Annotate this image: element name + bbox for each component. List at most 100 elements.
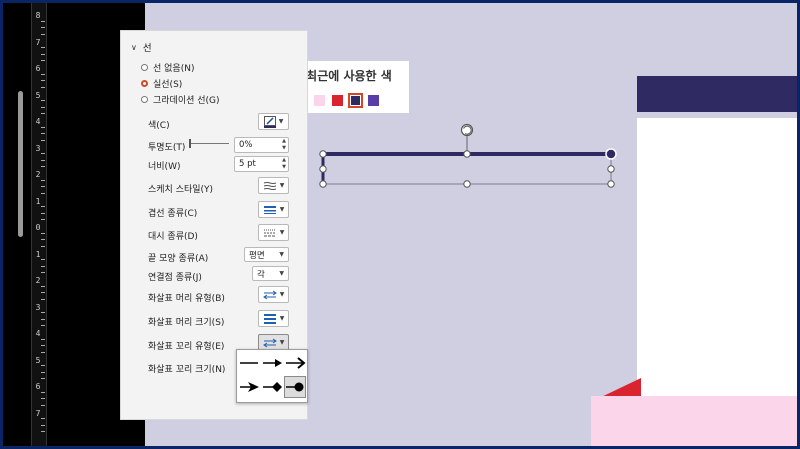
radio-gradient-line[interactable]: 그라데이션 선(G) xyxy=(141,93,220,106)
ruler-number: 7 xyxy=(35,408,41,418)
ruler-tick xyxy=(41,245,45,247)
ruler-tick xyxy=(41,345,45,346)
ruler-tick xyxy=(41,391,45,393)
label-end-arrow-type: 화살표 꼬리 유형(E) xyxy=(148,342,225,352)
arrow-style-open[interactable] xyxy=(284,352,306,374)
line-section-header[interactable]: ∨ 선 xyxy=(131,40,152,55)
ruler-number: 6 xyxy=(35,382,41,391)
ruler-tick xyxy=(41,20,45,22)
ruler-tick xyxy=(41,166,45,167)
slide-canvas: 8765432101234567 최근에 사용한 색 ∨ 선 선 없음(N) 실… xyxy=(3,3,797,446)
label-width: 너비(W) xyxy=(148,162,181,172)
sketch-lines-icon xyxy=(263,181,276,190)
arrow-stealth-icon xyxy=(240,382,259,392)
chevron-down-icon: ▼ xyxy=(279,229,285,236)
arrow-style-gallery xyxy=(236,349,308,403)
dash-lines-icon xyxy=(263,229,276,236)
ruler-tick xyxy=(41,318,45,320)
ruler-tick xyxy=(41,365,45,366)
radio-button xyxy=(141,96,148,103)
chevron-down-icon: ▼ xyxy=(279,270,284,277)
ruler-tick xyxy=(41,212,45,214)
ruler-tick xyxy=(41,192,45,194)
chevron-down-icon: ▼ xyxy=(279,182,285,189)
ruler-tick xyxy=(41,404,45,406)
cap-type-dropdown[interactable]: 평면 ▼ xyxy=(244,247,289,262)
join-type-dropdown[interactable]: 각 ▼ xyxy=(252,266,289,281)
ruler-tick xyxy=(41,285,45,287)
ruler-number: 1 xyxy=(35,249,41,259)
color-swatch[interactable] xyxy=(332,95,343,106)
chevron-down-icon: ▼ xyxy=(279,206,285,213)
ruler-tick xyxy=(41,431,45,432)
spinner-arrows-icon[interactable]: ▲ ▼ xyxy=(282,138,286,152)
arrow-diamond-icon xyxy=(263,382,282,392)
ruler-tick xyxy=(41,106,45,108)
label-join-type: 연결점 종류(J) xyxy=(148,273,202,283)
label-compound-type: 겹선 종류(C) xyxy=(148,209,198,219)
ruler-number: 6 xyxy=(35,64,41,73)
ruler-tick xyxy=(41,219,45,220)
begin-arrow-size-dropdown[interactable]: ▼ xyxy=(258,310,289,327)
ruler-tick xyxy=(41,113,45,114)
compound-lines-icon xyxy=(263,205,276,214)
selected-line-shape[interactable] xyxy=(315,121,625,193)
line-color-button[interactable]: ▼ xyxy=(258,113,289,130)
ruler-tick xyxy=(41,179,45,181)
ruler-tick xyxy=(41,153,45,154)
ruler-tick xyxy=(41,232,45,234)
color-swatch-selected[interactable] xyxy=(348,93,363,108)
ruler-tick xyxy=(41,33,45,35)
ruler-tick xyxy=(41,73,45,75)
spinner-arrows-icon[interactable]: ▲ ▼ xyxy=(282,157,286,171)
ruler-tick xyxy=(41,206,45,207)
ruler-number: 1 xyxy=(35,196,41,206)
ruler-tick xyxy=(41,186,45,187)
transparency-slider-track[interactable] xyxy=(191,143,229,144)
ruler-number: 2 xyxy=(35,170,41,179)
arrow-style-diamond[interactable] xyxy=(261,376,283,398)
ruler-tick xyxy=(41,351,45,353)
dash-type-dropdown[interactable]: ▼ xyxy=(258,224,289,241)
label-sketch-style: 스케치 스타일(Y) xyxy=(148,185,214,195)
arrow-style-none[interactable] xyxy=(238,352,260,374)
ruler-tick xyxy=(41,312,45,313)
radio-solid-line[interactable]: 실선(S) xyxy=(141,77,182,90)
arrows-icon xyxy=(262,338,277,347)
compound-type-dropdown[interactable]: ▼ xyxy=(258,201,289,218)
color-swatch[interactable] xyxy=(368,95,379,106)
pen-color-icon xyxy=(263,115,276,128)
chevron-down-icon: ▼ xyxy=(279,291,285,298)
label-end-arrow-size: 화살표 꼬리 크기(N) xyxy=(148,365,226,375)
transparency-slider-handle[interactable] xyxy=(189,139,191,148)
ruler-number: 3 xyxy=(35,302,41,312)
label-cap-type: 끝 모양 종류(A) xyxy=(148,254,209,264)
ruler-tick xyxy=(41,159,45,161)
label-begin-arrow-size: 화살표 머리 크기(S) xyxy=(148,318,225,328)
label-color: 색(C) xyxy=(148,121,170,131)
ruler-tick xyxy=(41,80,45,81)
ruler-number: 7 xyxy=(35,37,41,47)
ruler-tick xyxy=(41,126,45,128)
sketch-style-dropdown[interactable]: ▼ xyxy=(258,177,289,194)
ruler-tick xyxy=(41,139,45,141)
color-swatch[interactable] xyxy=(314,95,325,106)
ruler-number: 5 xyxy=(35,90,41,100)
radio-button xyxy=(141,64,148,71)
ruler-tick xyxy=(41,259,45,260)
ruler-tick xyxy=(41,239,45,240)
begin-arrow-type-dropdown[interactable]: ▼ xyxy=(258,286,289,303)
arrow-style-triangle[interactable] xyxy=(261,352,283,374)
rotate-handle-icon xyxy=(460,123,474,137)
radio-no-line[interactable]: 선 없음(N) xyxy=(141,61,194,74)
arrow-style-oval[interactable] xyxy=(284,376,306,398)
ruler-number: 8 xyxy=(35,11,41,20)
arrow-size-icon xyxy=(263,313,276,324)
chevron-down-icon: ▼ xyxy=(279,315,285,322)
width-spinner[interactable]: 5 pt ▲ ▼ xyxy=(234,156,289,172)
transparency-spinner[interactable]: 0% ▲ ▼ xyxy=(234,137,289,153)
arrow-style-stealth[interactable] xyxy=(238,376,260,398)
scrollbar-thumb[interactable] xyxy=(18,91,23,237)
ruler-tick xyxy=(41,53,45,55)
chevron-down-icon: ▼ xyxy=(279,339,285,346)
